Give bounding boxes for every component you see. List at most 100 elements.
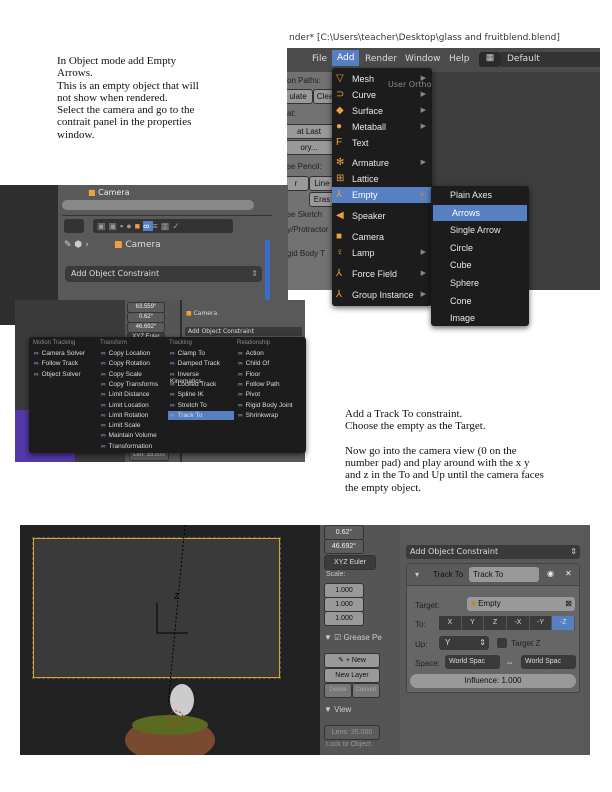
constraint-menu-item[interactable]: ∞ Limit Scale xyxy=(99,421,165,430)
eye-icon[interactable]: ◉ xyxy=(547,569,554,578)
layout-select[interactable]: Default xyxy=(501,52,600,67)
constraint-item-label: Object Solver xyxy=(41,370,81,378)
constraint-menu-item[interactable]: ∞ Child Of xyxy=(236,359,302,368)
empty-submenu-item-sphere[interactable]: Sphere xyxy=(431,275,529,291)
constraint-menu-item[interactable]: ∞ Copy Transforms xyxy=(99,380,165,389)
add-menu-item-speaker[interactable]: ◀ Speaker xyxy=(332,208,432,224)
empty-submenu-item-plain-axes[interactable]: Plain Axes xyxy=(431,187,529,203)
target-z-checkbox[interactable] xyxy=(497,638,507,648)
add-menu-item-group-instance[interactable]: ⅄ Group Instance ▶ xyxy=(332,287,432,303)
convert-button[interactable]: Convert xyxy=(352,683,380,698)
influence-slider[interactable]: Influence: 1.000 xyxy=(410,674,576,688)
properties-tabs[interactable]: ▣▣▪●■∞≡▦✓ xyxy=(93,219,233,233)
constraint-menu-item[interactable]: ∞ Copy Location xyxy=(99,349,165,358)
constraint-menu-item[interactable]: ∞ Follow Track xyxy=(32,359,98,368)
up-axis-select[interactable]: Y ⇕ xyxy=(439,636,489,650)
add-menu-item-force-field[interactable]: ⅄ Force Field ▶ xyxy=(332,266,432,282)
add-menu-item-armature[interactable]: ✻ Armature ▶ xyxy=(332,155,432,171)
empty-submenu-item-single-arrow[interactable]: Single Arrow xyxy=(431,222,529,238)
close-icon[interactable]: ✕ xyxy=(565,569,572,578)
target-field[interactable]: ■ Empty ⊠ xyxy=(467,597,575,611)
editor-type-icon[interactable] xyxy=(64,219,84,233)
to-axis-neg-x[interactable]: -X xyxy=(507,616,530,630)
menu-add[interactable]: Add xyxy=(332,50,360,66)
clear-target-icon[interactable]: ⊠ xyxy=(565,597,572,611)
constraint-menu-item[interactable]: ∞ Spline IK xyxy=(168,390,234,399)
submenu-arrow-icon: ▶ xyxy=(420,249,426,256)
constraint-menu-item[interactable]: ∞ Copy Rotation xyxy=(99,359,165,368)
constraint-menu-item[interactable]: ∞ Maintain Volume xyxy=(99,431,165,440)
constraint-name-field[interactable]: Track To xyxy=(469,567,539,582)
delete-button[interactable]: Delete xyxy=(324,683,352,698)
scale-x[interactable]: 1.000 xyxy=(324,583,364,598)
menu-file[interactable]: File xyxy=(312,54,327,64)
owner-space-select[interactable]: World Spac xyxy=(445,655,500,669)
new-layer-button[interactable]: New Layer xyxy=(324,668,380,683)
new-grease-button[interactable]: ✎ + New xyxy=(324,653,380,668)
collapse-icon[interactable]: ▾ xyxy=(415,570,419,579)
add-menu-item-metaball[interactable]: ● Metaball ▶ xyxy=(332,119,432,135)
history-button[interactable]: ory... xyxy=(287,140,335,155)
menu-help[interactable]: Help xyxy=(449,54,470,64)
curve-icon: ⊃ xyxy=(336,89,345,100)
constraint-menu-item[interactable]: ∞ Damped Track xyxy=(168,359,234,368)
constraint-menu-item[interactable]: ∞ Stretch To xyxy=(168,401,234,410)
add-menu-item-camera[interactable]: ■ Camera xyxy=(332,229,432,245)
menu-window[interactable]: Window xyxy=(405,54,441,64)
pin-icon[interactable]: ✎ ⬢ › xyxy=(64,240,89,250)
add-menu-item-lattice[interactable]: ⊞ Lattice xyxy=(332,171,432,187)
constraint-menu-item[interactable]: ∞ Rigid Body Joint xyxy=(236,401,302,410)
repeat-last-button[interactable]: at Last xyxy=(287,124,335,139)
constraint-item-label: Limit Scale xyxy=(108,422,141,430)
scrollbar[interactable] xyxy=(265,240,270,300)
lens-field[interactable]: Lens: 35.000 xyxy=(324,725,380,740)
empty-submenu-item-cone[interactable]: Cone xyxy=(431,293,529,309)
constraint-menu-item[interactable]: ∞ Locked Track xyxy=(168,380,234,389)
calculate-button[interactable]: ulate xyxy=(287,89,313,104)
add-menu-item-lamp[interactable]: ♀ Lamp ▶ xyxy=(332,245,432,261)
add-menu-item-text[interactable]: F Text xyxy=(332,135,432,151)
constraint-menu-item[interactable]: ∞ Action xyxy=(236,349,302,358)
constraint-menu-item[interactable]: ∞ Clamp To xyxy=(168,349,234,358)
bg-add-constraint[interactable]: Add Object Constraint xyxy=(185,327,302,336)
empty-submenu-item-arrows[interactable]: Arrows xyxy=(433,204,527,221)
scale-y[interactable]: 1.000 xyxy=(324,597,364,612)
add-object-constraint-dropdown[interactable]: Add Object Constraint ⇕ xyxy=(65,266,262,282)
constraint-menu-item[interactable]: ∞ Floor xyxy=(236,370,302,379)
constraint-menu-item[interactable]: ∞ Shrinkwrap xyxy=(236,411,302,420)
constraint-menu-item[interactable]: ∞ Pivot xyxy=(236,390,302,399)
constraint-menu-item[interactable]: ∞ Copy Scale xyxy=(99,370,165,379)
space-label: Space: xyxy=(415,659,440,668)
constraint-menu-item[interactable]: ∞ Limit Location xyxy=(99,401,165,410)
to-axis-neg-z[interactable]: -Z xyxy=(552,616,576,630)
grease-pencil-panel[interactable]: ▼ ☑ Grease Pe xyxy=(324,633,382,642)
empty-submenu-item-image[interactable]: Image xyxy=(431,310,529,326)
constraint-menu-item[interactable]: ∞ Transformation xyxy=(99,442,165,451)
rotation-y[interactable]: 0.62° xyxy=(324,525,364,540)
to-axis-neg-y[interactable]: -Y xyxy=(529,616,553,630)
view-panel[interactable]: ▼ View xyxy=(324,705,351,714)
add-object-constraint-dropdown[interactable]: Add Object Constraint ⇕ xyxy=(406,545,580,559)
rotation-mode-select[interactable]: XYZ Euler xyxy=(324,555,376,570)
layout-icon[interactable]: ▦ xyxy=(479,52,501,67)
to-axis-z[interactable]: Z xyxy=(484,616,508,630)
constraint-menu-item[interactable]: ∞ Object Solver xyxy=(32,370,98,379)
constraint-menu-item[interactable]: ∞ Track To xyxy=(168,410,234,420)
to-axis-x[interactable]: X xyxy=(439,616,462,630)
constraint-menu-item[interactable]: ∞ Camera Solver xyxy=(32,349,98,358)
empty-submenu-item-cube[interactable]: Cube xyxy=(431,257,529,273)
rotation-z[interactable]: 46.692° xyxy=(324,539,364,554)
menu-render[interactable]: Render xyxy=(365,54,397,64)
constraint-menu-item[interactable]: ∞ Limit Rotation xyxy=(99,411,165,420)
header-slider[interactable] xyxy=(62,200,254,210)
scale-z[interactable]: 1.000 xyxy=(324,611,364,626)
empty-submenu-item-circle[interactable]: Circle xyxy=(431,240,529,256)
add-menu-item-empty[interactable]: ⅄ Empty ▶ xyxy=(332,187,432,203)
to-axis-y[interactable]: Y xyxy=(461,616,485,630)
constraint-menu-item[interactable]: ∞ Limit Distance xyxy=(99,390,165,399)
constraint-menu-item[interactable]: ∞ Follow Path xyxy=(236,380,302,389)
draw-button[interactable]: r xyxy=(287,176,309,191)
add-menu-item-curve[interactable]: ⊃ Curve ▶ xyxy=(332,87,432,103)
add-menu-item-surface[interactable]: ◆ Surface ▶ xyxy=(332,103,432,119)
target-space-select[interactable]: World Spac xyxy=(521,655,576,669)
